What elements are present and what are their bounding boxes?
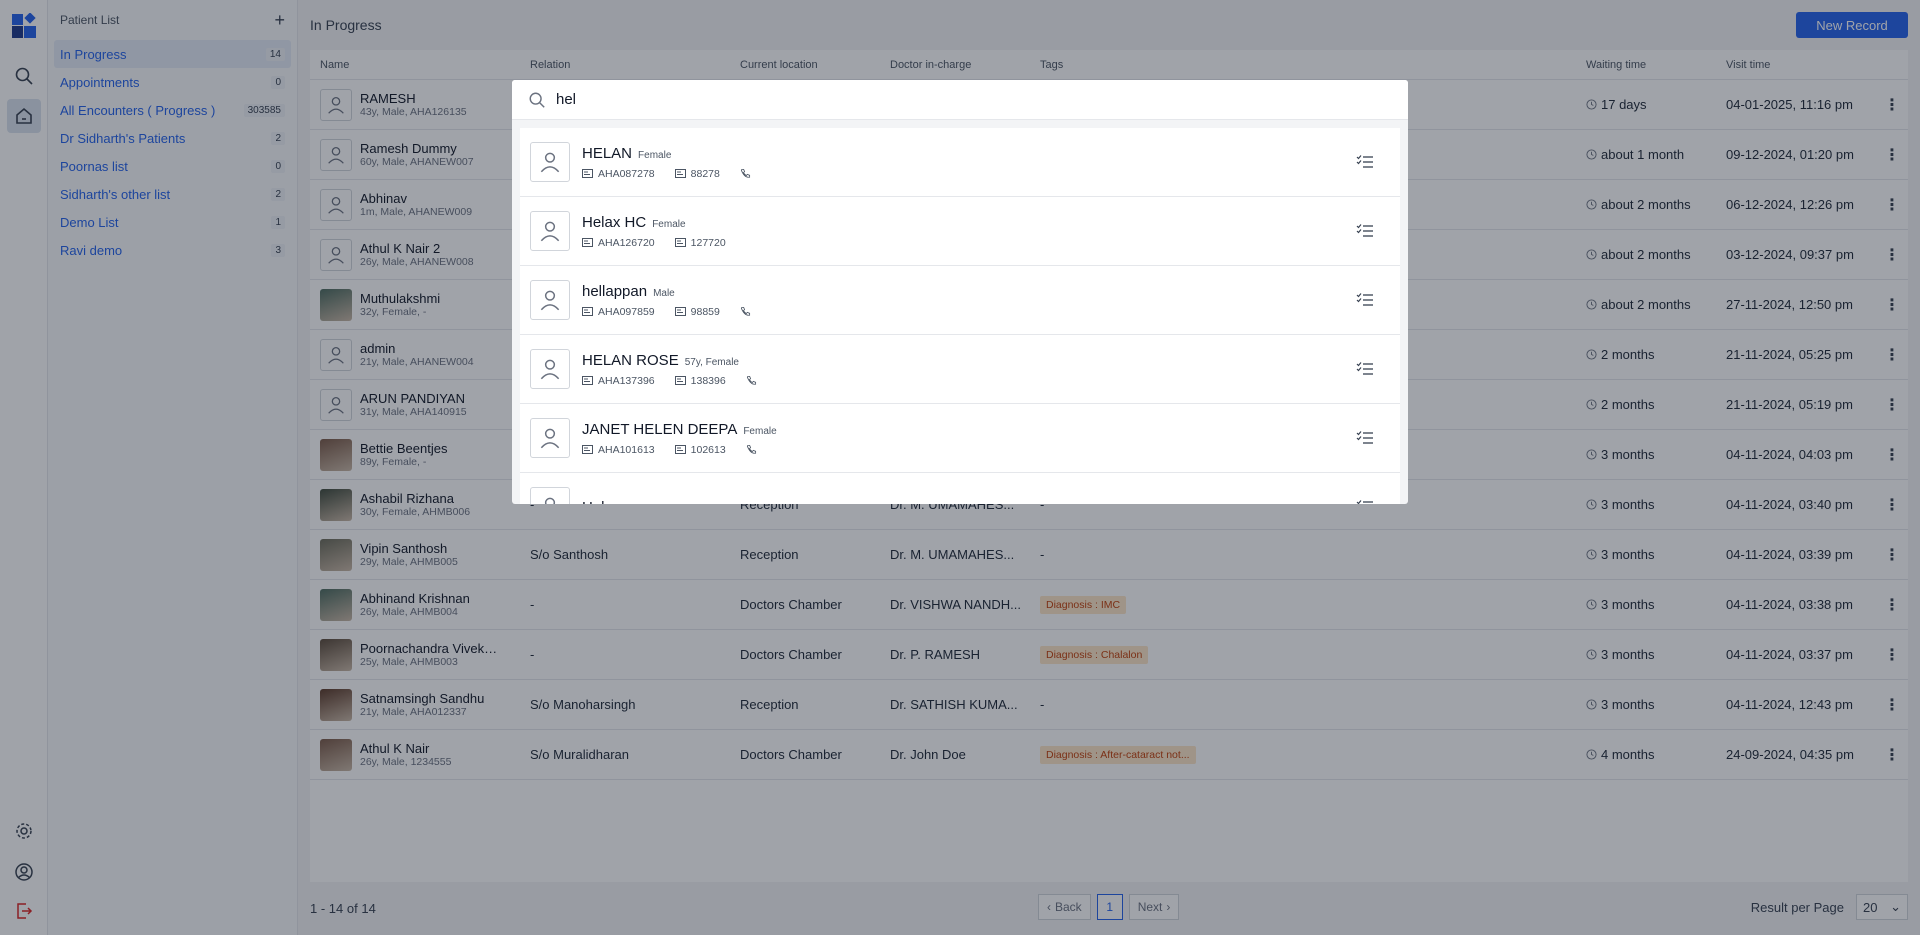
number-card-icon [674, 307, 686, 316]
view-details-button[interactable] [1350, 154, 1380, 170]
checklist-icon [1356, 224, 1373, 237]
result-avatar-icon [530, 142, 570, 182]
result-name: HELAN [582, 144, 633, 162]
number-card-icon [674, 238, 686, 247]
result-patient-id: AHA087278 [598, 167, 655, 180]
patient-search-dialog: HELAN Female AHA087278 88278 Helax HC Female… [512, 80, 1408, 504]
phone-icon [740, 306, 750, 316]
view-details-button[interactable] [1350, 292, 1380, 308]
checklist-icon [1356, 362, 1373, 375]
result-subtitle: Female [638, 149, 672, 161]
search-result-item[interactable]: HELAN ROSE 57y, Female AHA137396 138396 [520, 335, 1400, 404]
result-number: 88278 [690, 167, 720, 180]
result-patient-id: AHA101613 [598, 443, 655, 456]
checklist-icon [1356, 431, 1373, 444]
result-avatar-icon [530, 418, 570, 458]
result-name: hellappan [582, 282, 648, 300]
result-subtitle: 57y, Female [684, 356, 739, 368]
result-subtitle: Female [652, 218, 686, 230]
phone-icon [746, 375, 756, 385]
result-patient-id: AHA137396 [598, 374, 655, 387]
patient-search-input[interactable] [556, 91, 1356, 108]
result-name: JANET HELEN DEEPA [582, 420, 738, 438]
search-result-item[interactable]: JANET HELEN DEEPA Female AHA101613 102613 [520, 404, 1400, 473]
result-patient-id: AHA126720 [598, 236, 655, 249]
search-bar [512, 80, 1408, 120]
search-result-item[interactable]: Helax HC Female AHA126720 127720 [520, 197, 1400, 266]
search-result-item[interactable]: HELAN Female AHA087278 88278 [520, 128, 1400, 197]
result-avatar-icon [530, 280, 570, 320]
checklist-icon [1356, 155, 1373, 168]
search-icon [529, 92, 545, 108]
result-patient-id: AHA097859 [598, 305, 655, 318]
result-number: 127720 [690, 236, 726, 249]
phone-icon [746, 444, 756, 454]
result-avatar-icon [530, 211, 570, 251]
search-result-item[interactable]: hellappan Male AHA097859 98859 [520, 266, 1400, 335]
result-name: Helan [582, 499, 621, 505]
view-details-button[interactable] [1350, 361, 1380, 377]
number-card-icon [674, 169, 686, 178]
result-name: Helax HC [582, 213, 647, 231]
result-name: HELAN ROSE [582, 351, 679, 369]
id-card-icon [582, 445, 593, 454]
view-details-button[interactable] [1350, 499, 1380, 504]
number-card-icon [674, 445, 686, 454]
number-card-icon [674, 376, 686, 385]
checklist-icon [1356, 500, 1373, 504]
id-card-icon [582, 169, 593, 178]
view-details-button[interactable] [1350, 430, 1380, 446]
id-card-icon [582, 376, 593, 385]
result-avatar-icon [530, 349, 570, 389]
result-number: 98859 [690, 305, 720, 318]
result-avatar-icon [530, 487, 570, 504]
id-card-icon [582, 238, 593, 247]
result-subtitle: Female [627, 504, 660, 505]
result-number: 138396 [690, 374, 726, 387]
checklist-icon [1356, 293, 1373, 306]
view-details-button[interactable] [1350, 223, 1380, 239]
result-number: 102613 [690, 443, 726, 456]
id-card-icon [582, 307, 593, 316]
phone-icon [740, 168, 750, 178]
search-results: HELAN Female AHA087278 88278 Helax HC Female… [520, 128, 1400, 504]
search-result-item[interactable]: Helan Female [520, 473, 1400, 504]
result-subtitle: Male [653, 287, 675, 299]
result-subtitle: Female [743, 425, 777, 437]
